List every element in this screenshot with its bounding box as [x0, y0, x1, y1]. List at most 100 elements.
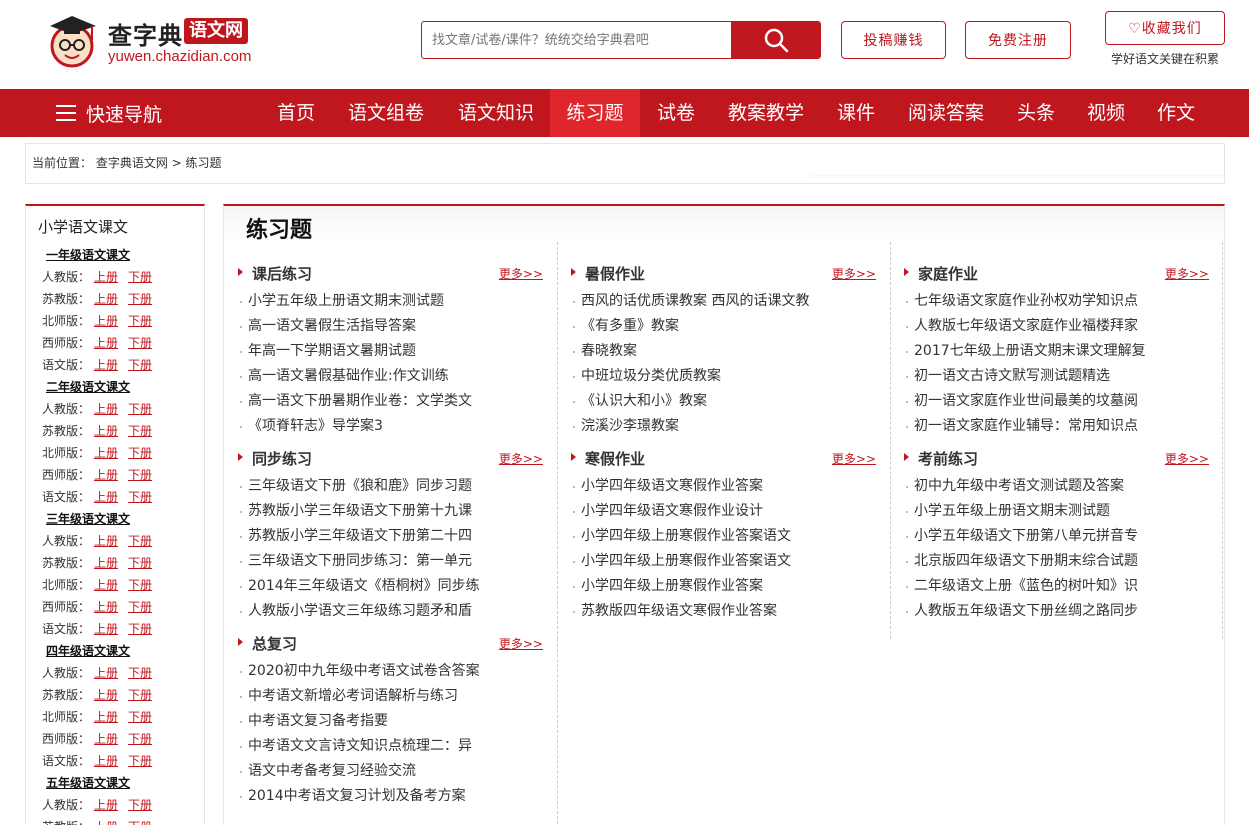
volume-up-link[interactable]: 上册 — [94, 820, 118, 825]
article-link[interactable]: 三年级语文下册同步练习：第一单元 — [238, 549, 543, 574]
article-link[interactable]: 语文中考备考复习经验交流 — [238, 759, 543, 784]
article-link[interactable]: 浣溪沙李璟教案 — [571, 414, 876, 439]
article-link[interactable]: 小学五年级上册语文期末测试题 — [904, 499, 1209, 524]
nav-item-headlines[interactable]: 头条 — [1006, 89, 1066, 137]
article-link[interactable]: 小学四年级语文寒假作业设计 — [571, 499, 876, 524]
section-title[interactable]: 同步练习 — [252, 448, 312, 469]
article-link[interactable]: 年高一下学期语文暑期试题 — [238, 339, 543, 364]
search-button[interactable] — [731, 22, 820, 58]
section-title[interactable]: 寒假作业 — [585, 448, 645, 469]
sidebar-grade-title[interactable]: 一年级语文课文 — [46, 246, 130, 263]
more-link[interactable]: 更多>> — [1165, 265, 1209, 282]
favorite-button[interactable]: ♡收藏我们 — [1105, 11, 1225, 45]
article-link[interactable]: 苏教版小学三年级语文下册第十九课 — [238, 499, 543, 524]
volume-down-link[interactable]: 下册 — [128, 556, 152, 570]
article-link[interactable]: 高一语文暑假基础作业:作文训练 — [238, 364, 543, 389]
article-link[interactable]: 小学四年级上册寒假作业答案 — [571, 574, 876, 599]
volume-up-link[interactable]: 上册 — [94, 578, 118, 592]
article-link[interactable]: 苏教版小学三年级语文下册第二十四 — [238, 524, 543, 549]
article-link[interactable]: 西风的话优质课教案 西风的话课文教 — [571, 289, 876, 314]
article-link[interactable]: 中班垃圾分类优质教案 — [571, 364, 876, 389]
article-link[interactable]: 小学四年级上册寒假作业答案语文 — [571, 524, 876, 549]
volume-down-link[interactable]: 下册 — [128, 820, 152, 825]
article-link[interactable]: 初中九年级中考语文测试题及答案 — [904, 474, 1209, 499]
volume-down-link[interactable]: 下册 — [128, 314, 152, 328]
more-link[interactable]: 更多>> — [499, 265, 543, 282]
article-link[interactable]: 中考语文文言诗文知识点梳理二：异 — [238, 734, 543, 759]
volume-down-link[interactable]: 下册 — [128, 468, 152, 482]
volume-up-link[interactable]: 上册 — [94, 468, 118, 482]
volume-down-link[interactable]: 下册 — [128, 798, 152, 812]
volume-up-link[interactable]: 上册 — [94, 490, 118, 504]
more-link[interactable]: 更多>> — [832, 450, 876, 467]
nav-item-teaching[interactable]: 教案教学 — [716, 89, 816, 137]
nav-item-knowledge[interactable]: 语文知识 — [446, 89, 546, 137]
article-link[interactable]: 人教版五年级语文下册丝绸之路同步 — [904, 599, 1209, 624]
volume-up-link[interactable]: 上册 — [94, 666, 118, 680]
volume-down-link[interactable]: 下册 — [128, 490, 152, 504]
volume-down-link[interactable]: 下册 — [128, 600, 152, 614]
article-link[interactable]: 初一语文家庭作业辅导：常用知识点 — [904, 414, 1209, 439]
more-link[interactable]: 更多>> — [499, 635, 543, 652]
article-link[interactable]: 苏教版四年级语文寒假作业答案 — [571, 599, 876, 624]
volume-up-link[interactable]: 上册 — [94, 402, 118, 416]
volume-up-link[interactable]: 上册 — [94, 314, 118, 328]
nav-item-home[interactable]: 首页 — [266, 89, 326, 137]
article-link[interactable]: 七年级语文家庭作业孙权劝学知识点 — [904, 289, 1209, 314]
volume-up-link[interactable]: 上册 — [94, 732, 118, 746]
breadcrumb-path[interactable]: 查字典语文网 > 练习题 — [96, 156, 222, 170]
volume-down-link[interactable]: 下册 — [128, 710, 152, 724]
article-link[interactable]: 高一语文暑假生活指导答案 — [238, 314, 543, 339]
quick-nav-button[interactable]: 快速导航 — [56, 89, 162, 137]
article-link[interactable]: 高一语文下册暑期作业卷：文学类文 — [238, 389, 543, 414]
volume-up-link[interactable]: 上册 — [94, 600, 118, 614]
volume-up-link[interactable]: 上册 — [94, 534, 118, 548]
volume-down-link[interactable]: 下册 — [128, 578, 152, 592]
article-link[interactable]: 2014中考语文复习计划及备考方案 — [238, 784, 543, 809]
volume-up-link[interactable]: 上册 — [94, 798, 118, 812]
volume-up-link[interactable]: 上册 — [94, 446, 118, 460]
article-link[interactable]: 2014年三年级语文《梧桐树》同步练 — [238, 574, 543, 599]
article-link[interactable]: 中考语文新增必考词语解析与练习 — [238, 684, 543, 709]
volume-down-link[interactable]: 下册 — [128, 402, 152, 416]
volume-down-link[interactable]: 下册 — [128, 534, 152, 548]
section-title[interactable]: 课后练习 — [252, 263, 312, 284]
section-title[interactable]: 家庭作业 — [918, 263, 978, 284]
volume-up-link[interactable]: 上册 — [94, 424, 118, 438]
nav-item-composition[interactable]: 作文 — [1146, 89, 1206, 137]
article-link[interactable]: 三年级语文下册《狼和鹿》同步习题 — [238, 474, 543, 499]
volume-up-link[interactable]: 上册 — [94, 710, 118, 724]
volume-down-link[interactable]: 下册 — [128, 270, 152, 284]
article-link[interactable]: 二年级语文上册《蓝色的树叶知》识 — [904, 574, 1209, 599]
volume-down-link[interactable]: 下册 — [128, 292, 152, 306]
volume-up-link[interactable]: 上册 — [94, 358, 118, 372]
section-title[interactable]: 总复习 — [252, 633, 297, 654]
volume-down-link[interactable]: 下册 — [128, 358, 152, 372]
nav-item-courseware[interactable]: 课件 — [826, 89, 886, 137]
article-link[interactable]: 小学五年级语文下册第八单元拼音专 — [904, 524, 1209, 549]
article-link[interactable]: 《有多重》教案 — [571, 314, 876, 339]
volume-down-link[interactable]: 下册 — [128, 688, 152, 702]
nav-item-exercises[interactable]: 练习题 — [550, 89, 640, 137]
article-link[interactable]: 中考语文复习备考指要 — [238, 709, 543, 734]
volume-down-link[interactable]: 下册 — [128, 446, 152, 460]
article-link[interactable]: 初一语文家庭作业世间最美的坟墓阅 — [904, 389, 1209, 414]
volume-down-link[interactable]: 下册 — [128, 754, 152, 768]
article-link[interactable]: 北京版四年级语文下册期末综合试题 — [904, 549, 1209, 574]
volume-up-link[interactable]: 上册 — [94, 336, 118, 350]
more-link[interactable]: 更多>> — [832, 265, 876, 282]
volume-up-link[interactable]: 上册 — [94, 270, 118, 284]
more-link[interactable]: 更多>> — [1165, 450, 1209, 467]
sidebar-grade-title[interactable]: 五年级语文课文 — [46, 774, 130, 791]
nav-item-papers[interactable]: 试卷 — [646, 89, 706, 137]
section-title[interactable]: 暑假作业 — [585, 263, 645, 284]
nav-item-reading-answers[interactable]: 阅读答案 — [896, 89, 996, 137]
volume-down-link[interactable]: 下册 — [128, 732, 152, 746]
section-title[interactable]: 考前练习 — [918, 448, 978, 469]
volume-down-link[interactable]: 下册 — [128, 336, 152, 350]
register-button[interactable]: 免费注册 — [965, 21, 1071, 59]
submit-article-button[interactable]: 投稿赚钱 — [841, 21, 946, 59]
nav-item-compose-paper[interactable]: 语文组卷 — [336, 89, 436, 137]
volume-up-link[interactable]: 上册 — [94, 754, 118, 768]
article-link[interactable]: 人教版七年级语文家庭作业福楼拜家 — [904, 314, 1209, 339]
